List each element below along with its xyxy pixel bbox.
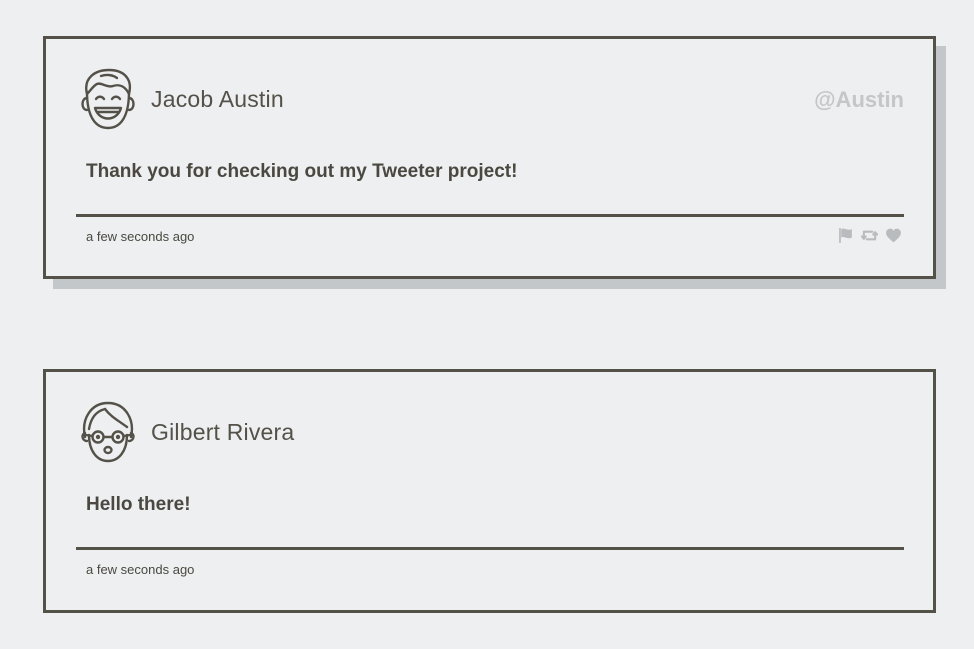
heart-icon[interactable] bbox=[885, 227, 902, 244]
tweet-text: Hello there! bbox=[86, 494, 191, 515]
smiling-face-avatar-icon bbox=[79, 66, 137, 132]
tweet-text: Thank you for checking out my Tweeter pr… bbox=[86, 161, 518, 182]
tweet-actions bbox=[837, 227, 902, 244]
tweet-divider bbox=[76, 214, 904, 217]
flag-icon[interactable] bbox=[837, 227, 854, 244]
tweet-card[interactable]: Jacob Austin @Austin Thank you for check… bbox=[43, 36, 936, 279]
glasses-face-avatar-icon bbox=[79, 399, 137, 465]
tweet-author-name: Jacob Austin bbox=[151, 86, 284, 112]
tweet-author-name: Gilbert Rivera bbox=[151, 419, 295, 445]
tweet-timestamp: a few seconds ago bbox=[86, 229, 195, 244]
tweet-divider bbox=[76, 547, 904, 550]
tweet-timestamp: a few seconds ago bbox=[86, 562, 195, 577]
tweet-card[interactable]: Gilbert Rivera Hello there! a few second… bbox=[43, 369, 936, 613]
tweet-author-handle: @Austin bbox=[814, 87, 904, 112]
retweet-icon[interactable] bbox=[861, 227, 878, 244]
